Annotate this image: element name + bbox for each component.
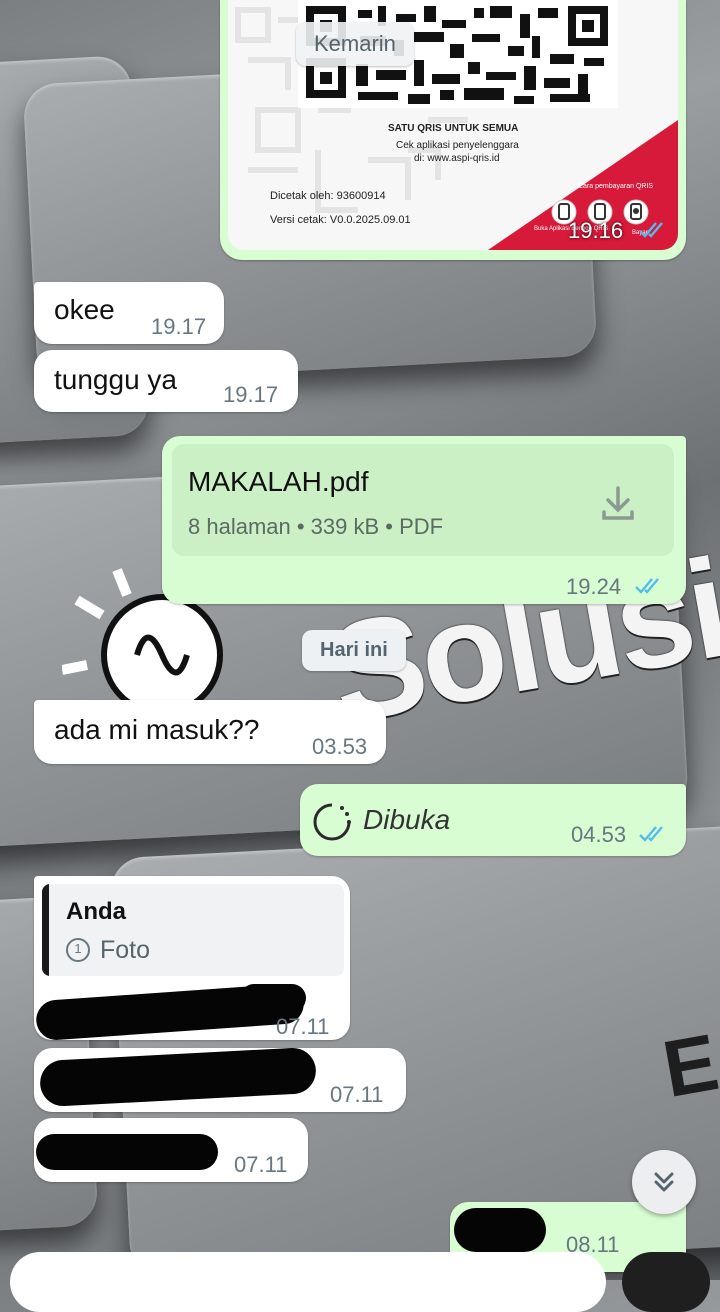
message-time: 07.11 — [276, 1014, 330, 1039]
quote-bar — [42, 884, 49, 976]
document-meta: 8 halaman • 339 kB • PDF — [188, 514, 444, 539]
incoming-message[interactable]: tunggu ya 19.17 — [34, 350, 298, 412]
quoted-message[interactable]: Anda 1 Foto — [42, 884, 344, 976]
date-separator-kemarin: Kemarin — [296, 22, 414, 66]
chevron-double-down-icon — [654, 1172, 674, 1192]
message-time: 03.53 — [312, 734, 368, 759]
view-once-status: Dibuka — [363, 804, 451, 835]
message-time: 07.11 — [330, 1082, 384, 1107]
qris-printed-by: Dicetak oleh: 93600914 — [270, 190, 386, 202]
message-input-bar[interactable] — [10, 1252, 606, 1312]
qris-website: di: www.aspi-qris.id — [414, 153, 500, 164]
qris-check-app: Cek aplikasi penyelenggara — [396, 140, 519, 151]
view-once-message[interactable]: Dibuka 04.53 — [300, 784, 686, 856]
view-once-opened-icon — [313, 803, 351, 841]
qris-print-version: Versi cetak: V0.0.2025.09.01 — [270, 214, 411, 226]
redacted-text — [454, 1208, 546, 1252]
message-time: 19.17 — [151, 314, 207, 339]
message-text: ada mi masuk?? — [54, 714, 260, 745]
message-text: tunggu ya — [54, 364, 177, 395]
qris-tagline: SATU QRIS UNTUK SEMUA — [388, 123, 519, 134]
image-message-qris[interactable]: SATU QRIS UNTUK SEMUA Cek aplikasi penye… — [220, 0, 686, 260]
view-once-icon: 1 — [66, 938, 90, 962]
message-time: 07.11 — [234, 1152, 288, 1177]
read-receipt-icon — [639, 222, 663, 238]
incoming-message[interactable]: okee 19.17 — [34, 282, 224, 344]
message-text: okee — [54, 294, 115, 325]
read-receipt-icon — [635, 578, 659, 594]
quoted-author: Anda — [66, 898, 126, 925]
redacted-text — [36, 1134, 218, 1170]
quoted-type: Foto — [100, 936, 151, 964]
message-time: 04.53 — [571, 822, 627, 847]
document-filename: MAKALAH.pdf — [188, 466, 369, 497]
qris-pay-method: Cara pembayaran QRIS — [578, 183, 654, 190]
incoming-message[interactable]: ada mi masuk?? 03.53 — [34, 700, 386, 764]
message-time: 19.16 — [568, 218, 624, 243]
message-time: 19.24 — [566, 574, 622, 599]
scroll-to-bottom-button[interactable] — [632, 1150, 696, 1214]
mic-button[interactable] — [622, 1252, 710, 1312]
redacted-text — [240, 984, 306, 1012]
message-time: 19.17 — [223, 382, 279, 407]
date-separator-hari-ini: Hari ini — [302, 630, 406, 671]
read-receipt-icon — [639, 826, 663, 842]
download-icon[interactable] — [596, 482, 640, 526]
document-attachment[interactable]: MAKALAH.pdf 8 halaman • 339 kB • PDF — [172, 444, 674, 556]
